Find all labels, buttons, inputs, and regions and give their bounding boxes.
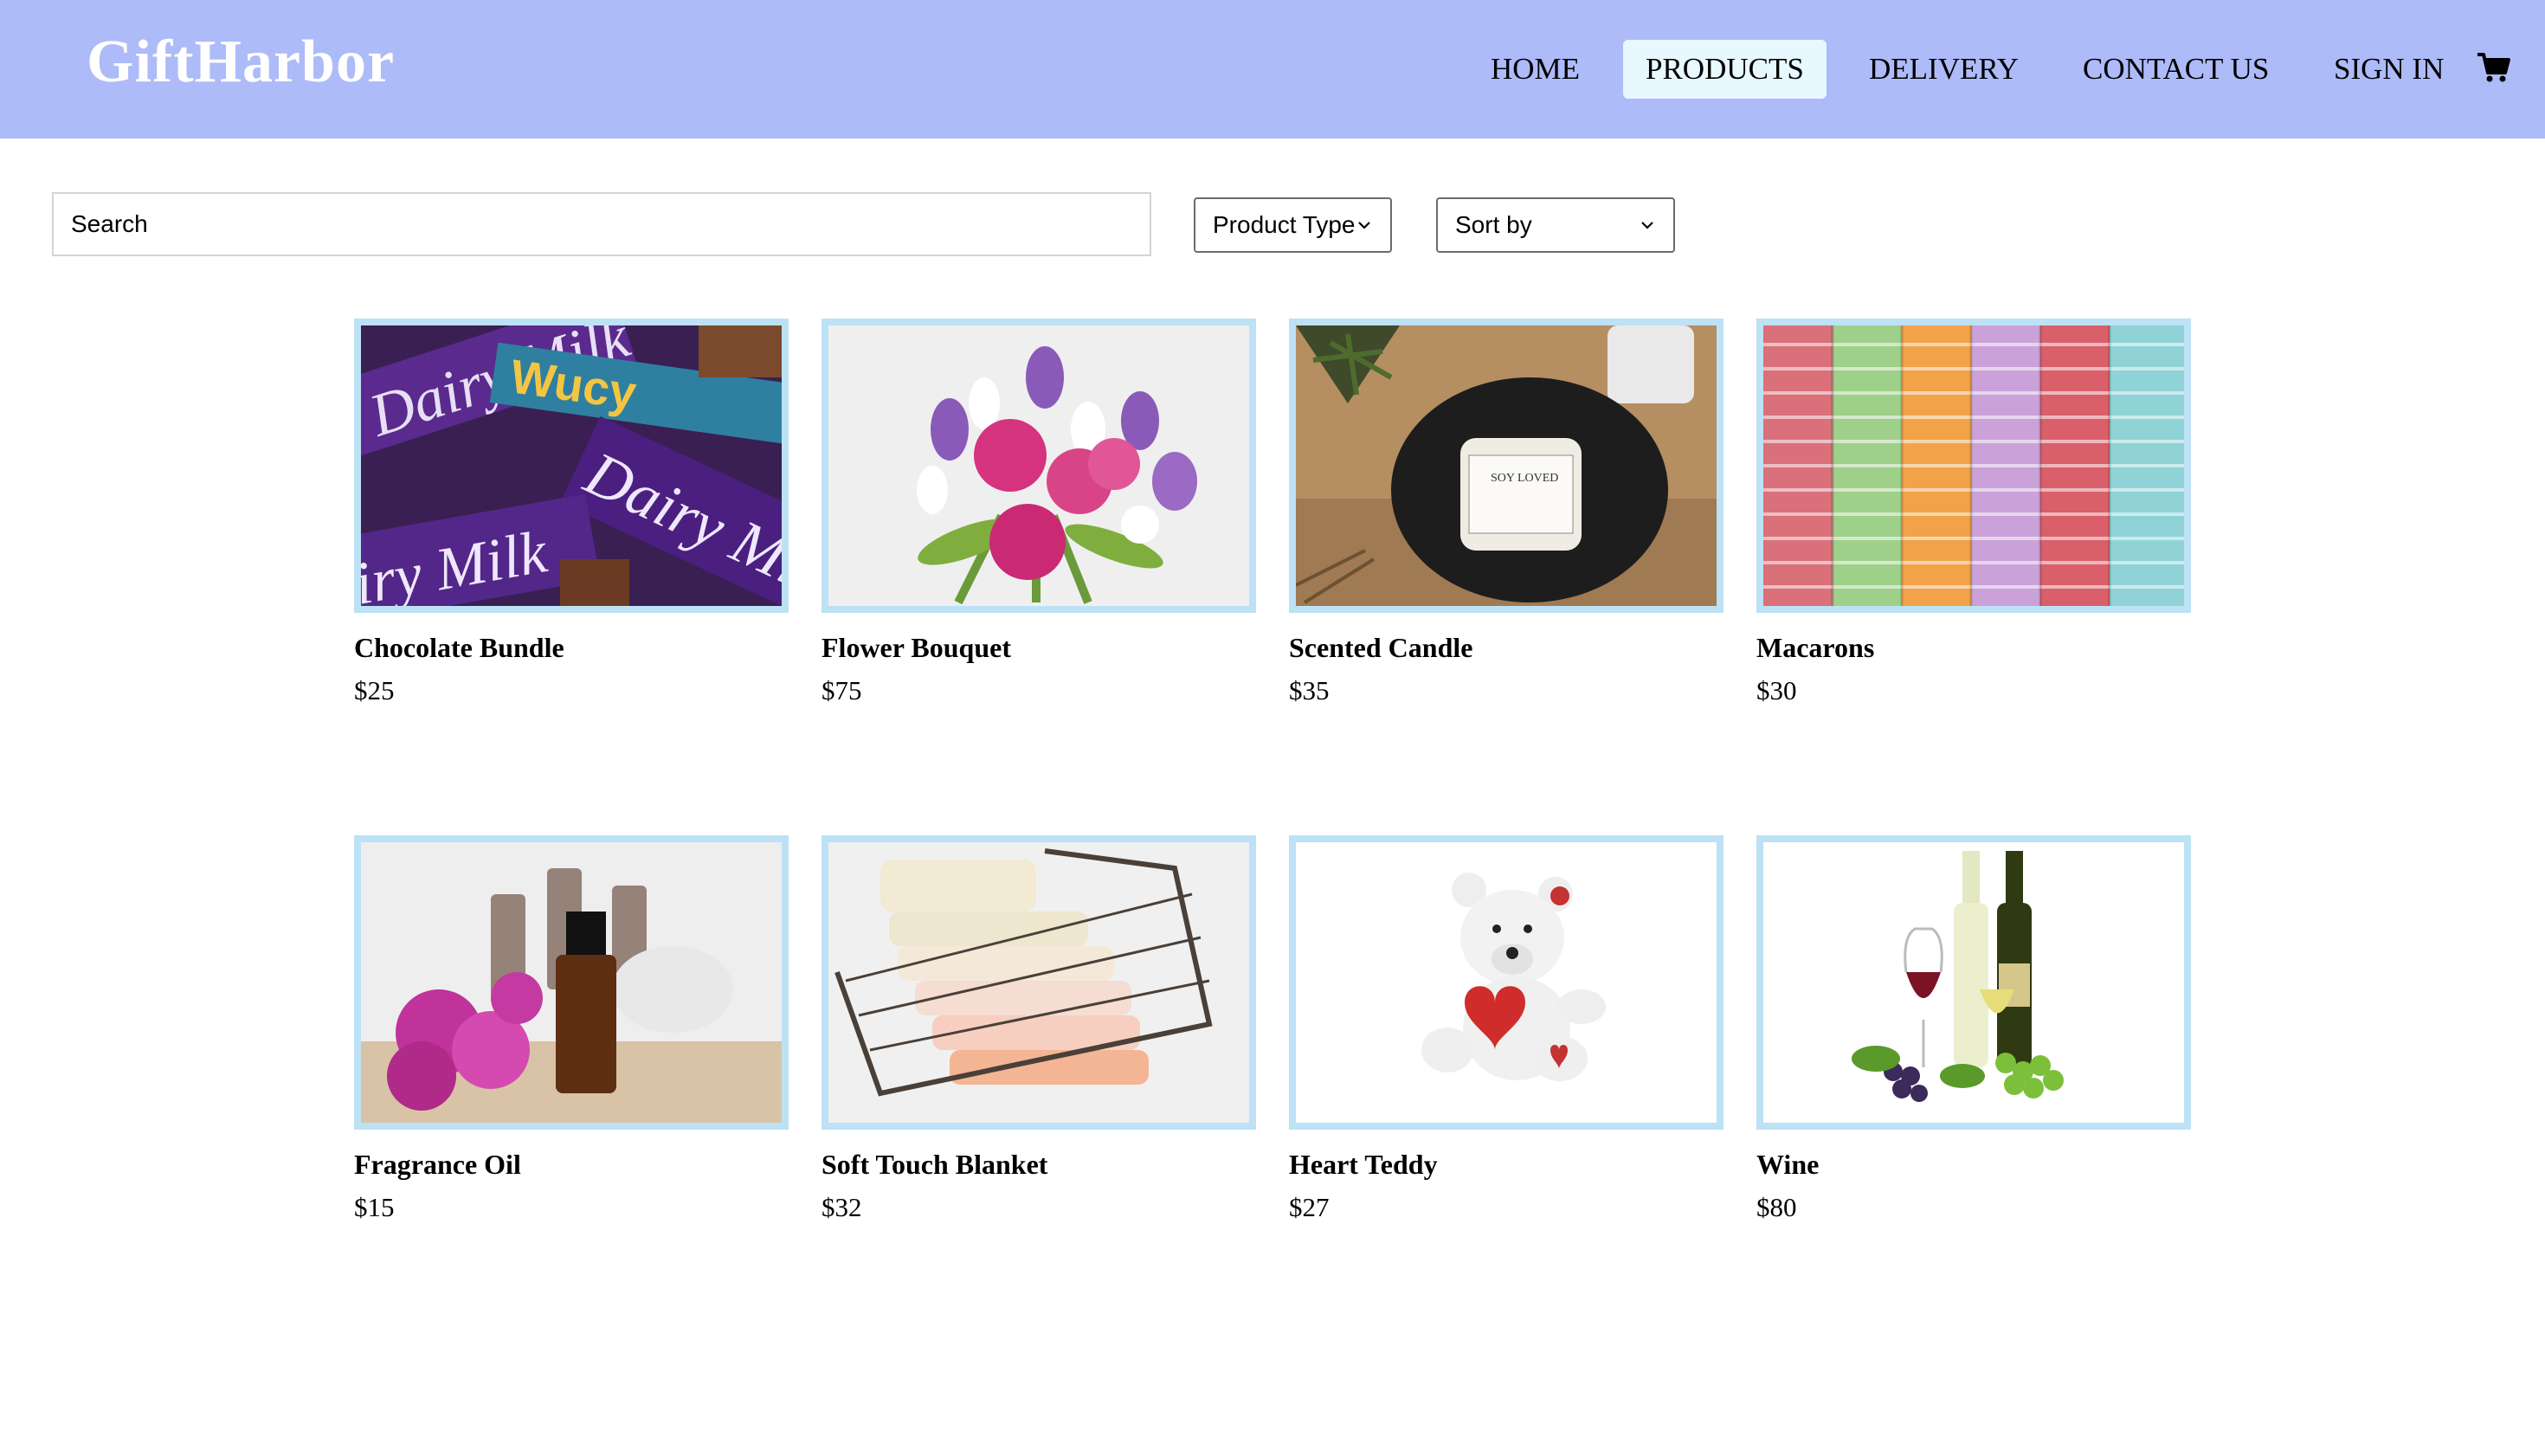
product-price: $15 [354,1192,395,1222]
blanket-image[interactable] [821,835,1256,1130]
product-price: $32 [821,1192,862,1222]
macarons-image[interactable] [1756,319,2191,613]
product-price: $80 [1756,1192,1797,1222]
product-name[interactable]: Heart Teddy [1289,1147,1724,1182]
svg-text:SOY LOVED: SOY LOVED [1491,472,1558,485]
product-card[interactable]: Soft Touch Blanket $32 [821,835,1256,1225]
product-name[interactable]: Flower Bouquet [821,630,1256,665]
product-price: $75 [821,675,862,705]
product-name[interactable]: Chocolate Bundle [354,630,789,665]
nav-products[interactable]: PRODUCTS [1623,40,1827,99]
product-card[interactable]: SOY LOVED Scented Candle $35 [1289,319,1724,708]
product-name[interactable]: Wine [1756,1147,2191,1182]
product-price: $35 [1289,675,1330,705]
product-name[interactable]: Soft Touch Blanket [821,1147,1256,1182]
product-card[interactable]: Dairy Milk Wucy Dairy Milk iry Milk Choc… [354,319,789,708]
product-name[interactable]: Fragrance Oil [354,1147,789,1182]
product-card[interactable]: Flower Bouquet $75 [821,319,1256,708]
wine-image[interactable] [1756,835,2191,1130]
site-header: GiftHarbor HOME PRODUCTS DELIVERY CONTAC… [0,0,2545,139]
product-name[interactable]: Macarons [1756,630,2191,665]
product-card[interactable]: Wine $80 [1756,835,2191,1225]
product-price: $25 [354,675,395,705]
chocolate-image[interactable]: Dairy Milk Wucy Dairy Milk iry Milk [354,319,789,613]
nav-sign-in[interactable]: SIGN IN [2311,40,2466,99]
nav-contact-us[interactable]: CONTACT US [2060,40,2291,99]
sort-by-label: Sort by [1455,211,1532,238]
candle-image[interactable]: SOY LOVED [1289,319,1724,613]
sort-by-select[interactable]: Sort by [1436,197,1675,253]
site-logo[interactable]: GiftHarbor [87,28,395,97]
flower-image[interactable] [821,319,1256,613]
nav-delivery[interactable]: DELIVERY [1846,40,2041,99]
product-card[interactable]: Heart Teddy $27 [1289,835,1724,1225]
product-name[interactable]: Scented Candle [1289,630,1724,665]
product-price: $30 [1756,675,1797,705]
product-type-select[interactable]: Product Type [1194,197,1392,253]
nav-home[interactable]: HOME [1468,40,1602,99]
product-card[interactable]: Macarons $30 [1756,319,2191,708]
teddy-image[interactable] [1289,835,1724,1130]
search-input[interactable] [52,192,1151,256]
product-type-label: Product Type [1213,211,1356,238]
chevron-down-icon [1358,222,1370,229]
chevron-down-icon [1641,222,1653,229]
product-card[interactable]: Fragrance Oil $15 [354,835,789,1225]
product-price: $27 [1289,1192,1330,1222]
fragrance-oil-image[interactable] [354,835,789,1130]
cart-icon[interactable] [2476,50,2510,85]
